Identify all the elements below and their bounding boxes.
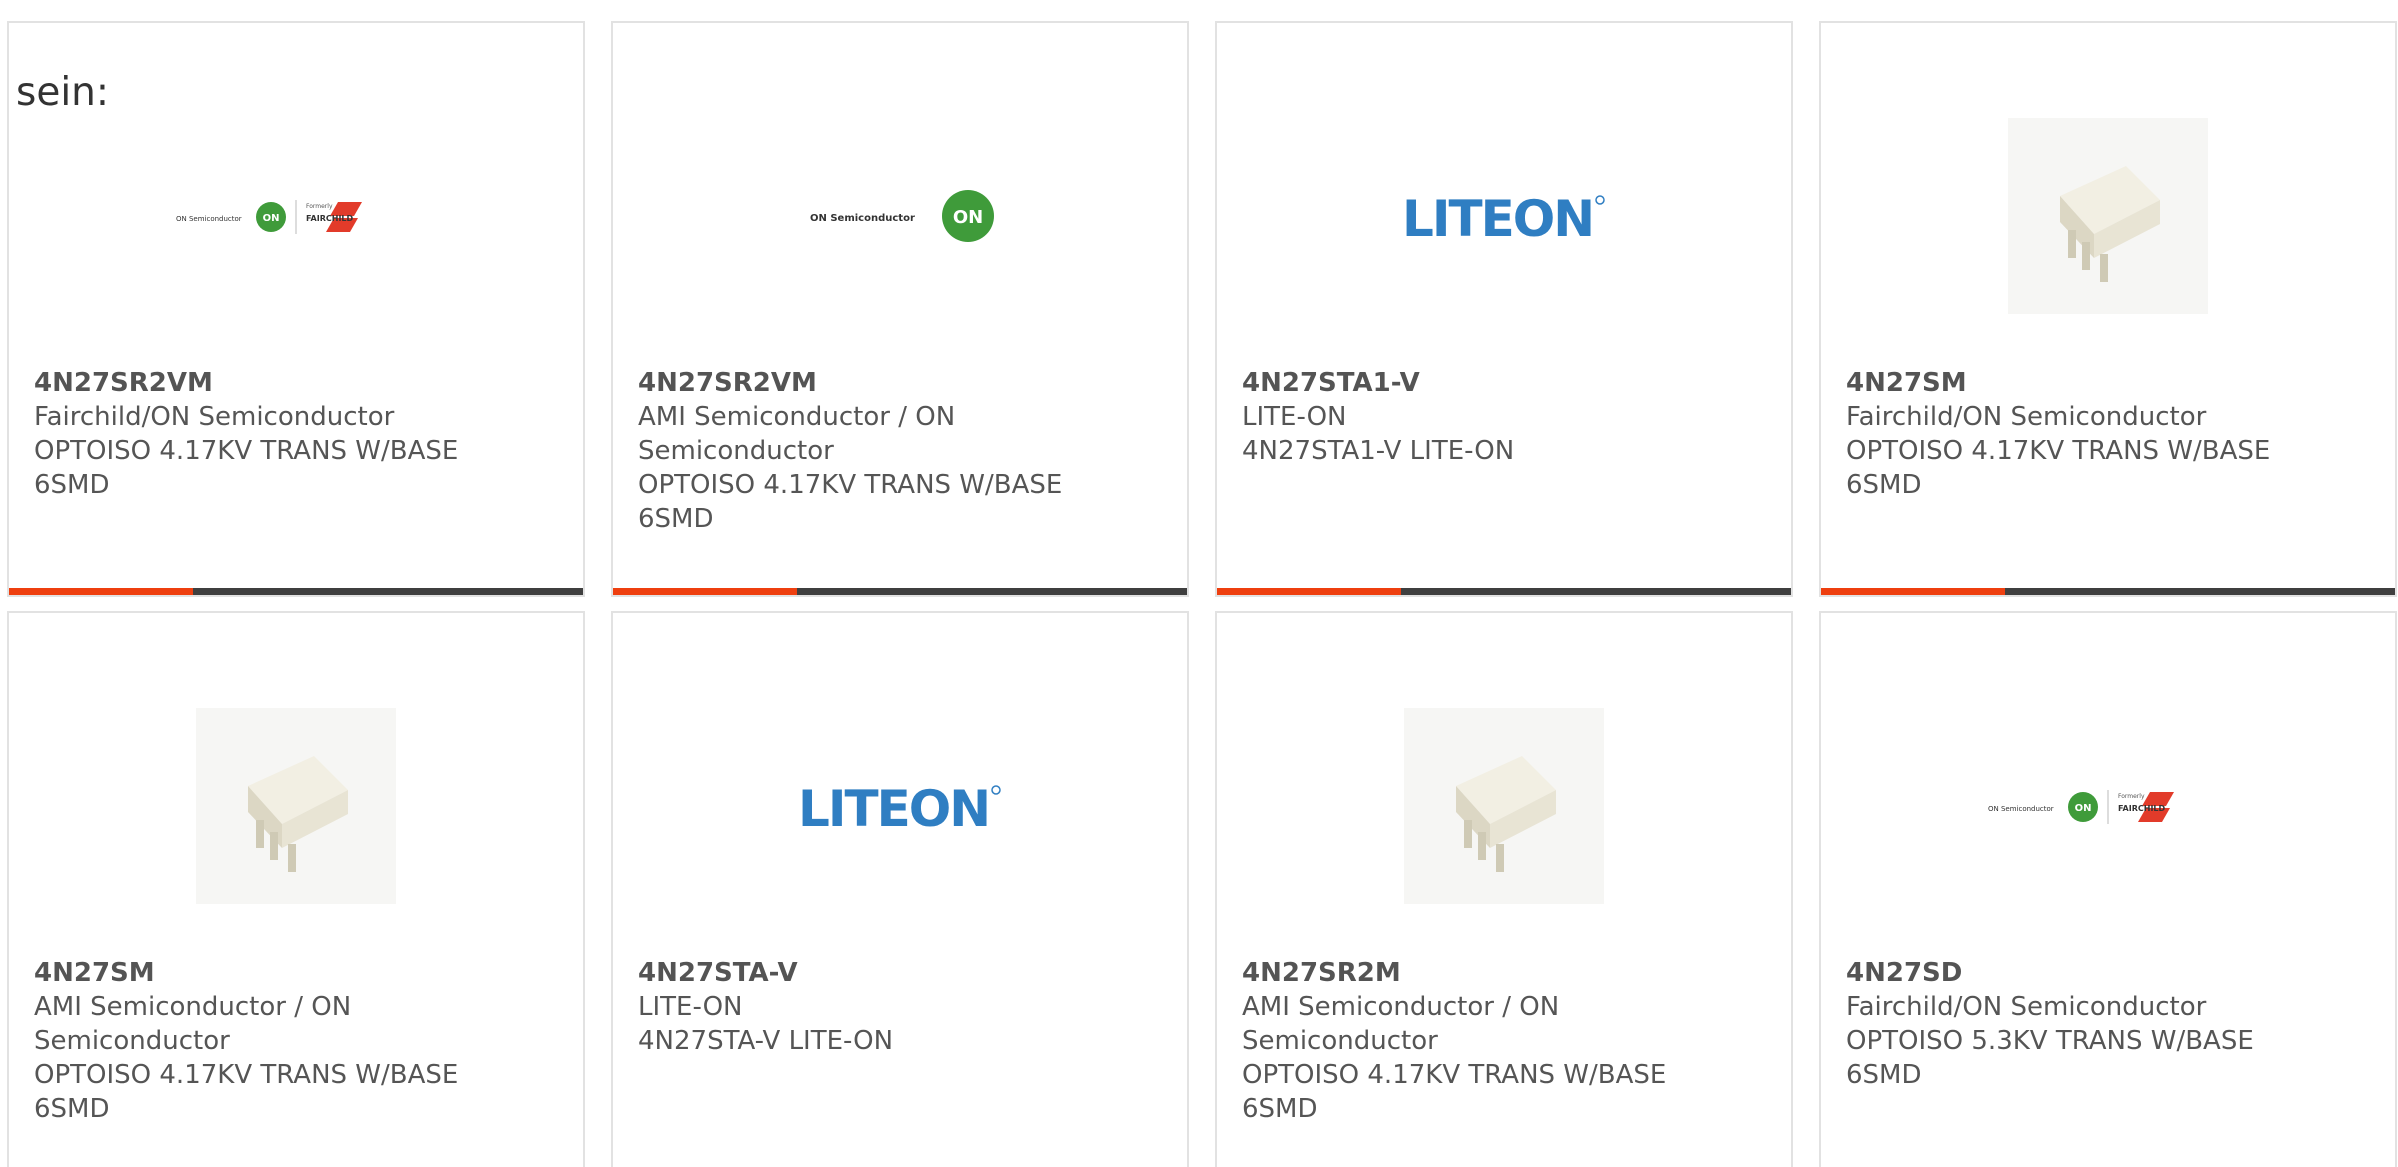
svg-text:ON Semiconductor: ON Semiconductor	[810, 213, 915, 224]
on-fairchild-logo: ON Semiconductor ON Formerly FAIRCHILD	[176, 200, 362, 234]
part-number-link[interactable]: 4N27SR2M	[1242, 956, 1762, 990]
description-line: OPTOISO 4.17KV TRANS W/BASE	[1242, 1060, 1667, 1090]
description-line: 4N27STA-V LITE-ON	[638, 1026, 894, 1056]
product-info: 4N27SD Fairchild/ON Semiconductor OPTOIS…	[1846, 956, 2366, 1092]
svg-text:ON: ON	[2075, 803, 2092, 814]
manufacturer-line: Fairchild/ON Semiconductor	[1846, 402, 2207, 432]
product-card[interactable]: ON Semiconductor ON 4N27SR2VM AMI Semico…	[611, 21, 1189, 597]
manufacturer-line: AMI Semiconductor / ON	[638, 402, 956, 432]
card-bottom-bar	[1821, 588, 2395, 595]
smd-chip-photo	[2008, 118, 2208, 314]
description-line: 6SMD	[638, 504, 714, 534]
product-card[interactable]: 4N27SM AMI Semiconductor / ON Semiconduc…	[7, 611, 585, 1167]
card-bottom-bar	[1217, 588, 1791, 595]
description-line: 6SMD	[1242, 1094, 1318, 1124]
product-card[interactable]: 4N27SM Fairchild/ON Semiconductor OPTOIS…	[1819, 21, 2397, 597]
svg-text:FAIRCHILD: FAIRCHILD	[2118, 804, 2166, 813]
manufacturer-line: Fairchild/ON Semiconductor	[34, 402, 395, 432]
description-line: 6SMD	[34, 1094, 110, 1124]
product-info: 4N27STA1-V LITE-ON 4N27STA1-V LITE-ON	[1242, 366, 1762, 468]
manufacturer-line: Semiconductor	[1242, 1026, 1438, 1056]
description-line: OPTOISO 5.3KV TRANS W/BASE	[1846, 1026, 2254, 1056]
product-info: 4N27SR2M AMI Semiconductor / ON Semicond…	[1242, 956, 1762, 1126]
part-number-link[interactable]: 4N27STA-V	[638, 956, 1158, 990]
liteon-logo: LITEON	[1402, 190, 1605, 246]
description-line: 6SMD	[34, 470, 110, 500]
svg-text:FAIRCHILD: FAIRCHILD	[306, 214, 354, 223]
manufacturer-line: AMI Semiconductor / ON	[1242, 992, 1560, 1022]
product-info: 4N27STA-V LITE-ON 4N27STA-V LITE-ON	[638, 956, 1158, 1058]
card-accent-bar	[1217, 588, 1401, 595]
part-number-link[interactable]: 4N27SR2VM	[638, 366, 1158, 400]
part-number-link[interactable]: 4N27SM	[34, 956, 554, 990]
manufacturer-line: LITE-ON	[1242, 402, 1347, 432]
product-image[interactable]: ON Semiconductor ON Formerly FAIRCHILD	[1821, 708, 2395, 904]
manufacturer-line: AMI Semiconductor / ON	[34, 992, 352, 1022]
card-bottom-bar	[613, 588, 1187, 595]
product-image[interactable]: LITEON	[613, 708, 1187, 904]
description-line: 6SMD	[1846, 1060, 1922, 1090]
product-card[interactable]: 4N27SR2M AMI Semiconductor / ON Semicond…	[1215, 611, 1793, 1167]
product-info: 4N27SR2VM Fairchild/ON Semiconductor OPT…	[34, 366, 554, 502]
product-image[interactable]	[1821, 118, 2395, 314]
product-grid-page: sein: ON Semiconductor ON Formerly FAIRC…	[0, 0, 2398, 1167]
card-accent-bar	[9, 588, 193, 595]
part-number-link[interactable]: 4N27SD	[1846, 956, 2366, 990]
product-image[interactable]: ON Semiconductor ON Formerly FAIRCHILD	[9, 118, 583, 314]
product-card[interactable]: LITEON 4N27STA-V LITE-ON 4N27STA-V LITE-…	[611, 611, 1189, 1167]
card-bottom-bar	[9, 588, 583, 595]
description-line: OPTOISO 4.17KV TRANS W/BASE	[638, 470, 1063, 500]
product-info: 4N27SM AMI Semiconductor / ON Semiconduc…	[34, 956, 554, 1126]
product-info: 4N27SM Fairchild/ON Semiconductor OPTOIS…	[1846, 366, 2366, 502]
smd-chip-photo	[1404, 708, 1604, 904]
product-card[interactable]: LITEON 4N27STA1-V LITE-ON 4N27STA1-V LIT…	[1215, 21, 1793, 597]
liteon-logo: LITEON	[798, 780, 1001, 836]
part-number-link[interactable]: 4N27SM	[1846, 366, 2366, 400]
manufacturer-line: Semiconductor	[34, 1026, 230, 1056]
product-card[interactable]: sein: ON Semiconductor ON Formerly FAIRC…	[7, 21, 585, 597]
manufacturer-line: Semiconductor	[638, 436, 834, 466]
description-line: OPTOISO 4.17KV TRANS W/BASE	[1846, 436, 2271, 466]
part-number-link[interactable]: 4N27SR2VM	[34, 366, 554, 400]
on-fairchild-logo: ON Semiconductor ON Formerly FAIRCHILD	[1988, 790, 2174, 824]
on-semiconductor-logo: ON Semiconductor ON	[810, 190, 994, 242]
part-number-link[interactable]: 4N27STA1-V	[1242, 366, 1762, 400]
product-image[interactable]: ON Semiconductor ON	[613, 118, 1187, 314]
svg-text:ON Semiconductor: ON Semiconductor	[1988, 805, 2054, 813]
svg-text:ON: ON	[263, 213, 280, 224]
card-accent-bar	[613, 588, 797, 595]
product-image[interactable]: LITEON	[1217, 118, 1791, 314]
manufacturer-line: Fairchild/ON Semiconductor	[1846, 992, 2207, 1022]
description-line: 4N27STA1-V LITE-ON	[1242, 436, 1515, 466]
product-image[interactable]	[1217, 708, 1791, 904]
product-card[interactable]: ON Semiconductor ON Formerly FAIRCHILD 4…	[1819, 611, 2397, 1167]
manufacturer-line: LITE-ON	[638, 992, 743, 1022]
card-accent-bar	[1821, 588, 2005, 595]
svg-text:LITEON: LITEON	[1402, 190, 1593, 246]
product-info: 4N27SR2VM AMI Semiconductor / ON Semicon…	[638, 366, 1158, 536]
product-image[interactable]	[9, 708, 583, 904]
description-line: OPTOISO 4.17KV TRANS W/BASE	[34, 436, 459, 466]
svg-text:ON Semiconductor: ON Semiconductor	[176, 215, 242, 223]
svg-text:Formerly: Formerly	[2118, 793, 2145, 800]
description-line: 6SMD	[1846, 470, 1922, 500]
description-line: OPTOISO 4.17KV TRANS W/BASE	[34, 1060, 459, 1090]
svg-text:LITEON: LITEON	[798, 780, 989, 836]
svg-text:ON: ON	[953, 207, 983, 228]
intro-text: sein:	[16, 70, 110, 115]
svg-text:Formerly: Formerly	[306, 203, 333, 210]
smd-chip-photo	[196, 708, 396, 904]
